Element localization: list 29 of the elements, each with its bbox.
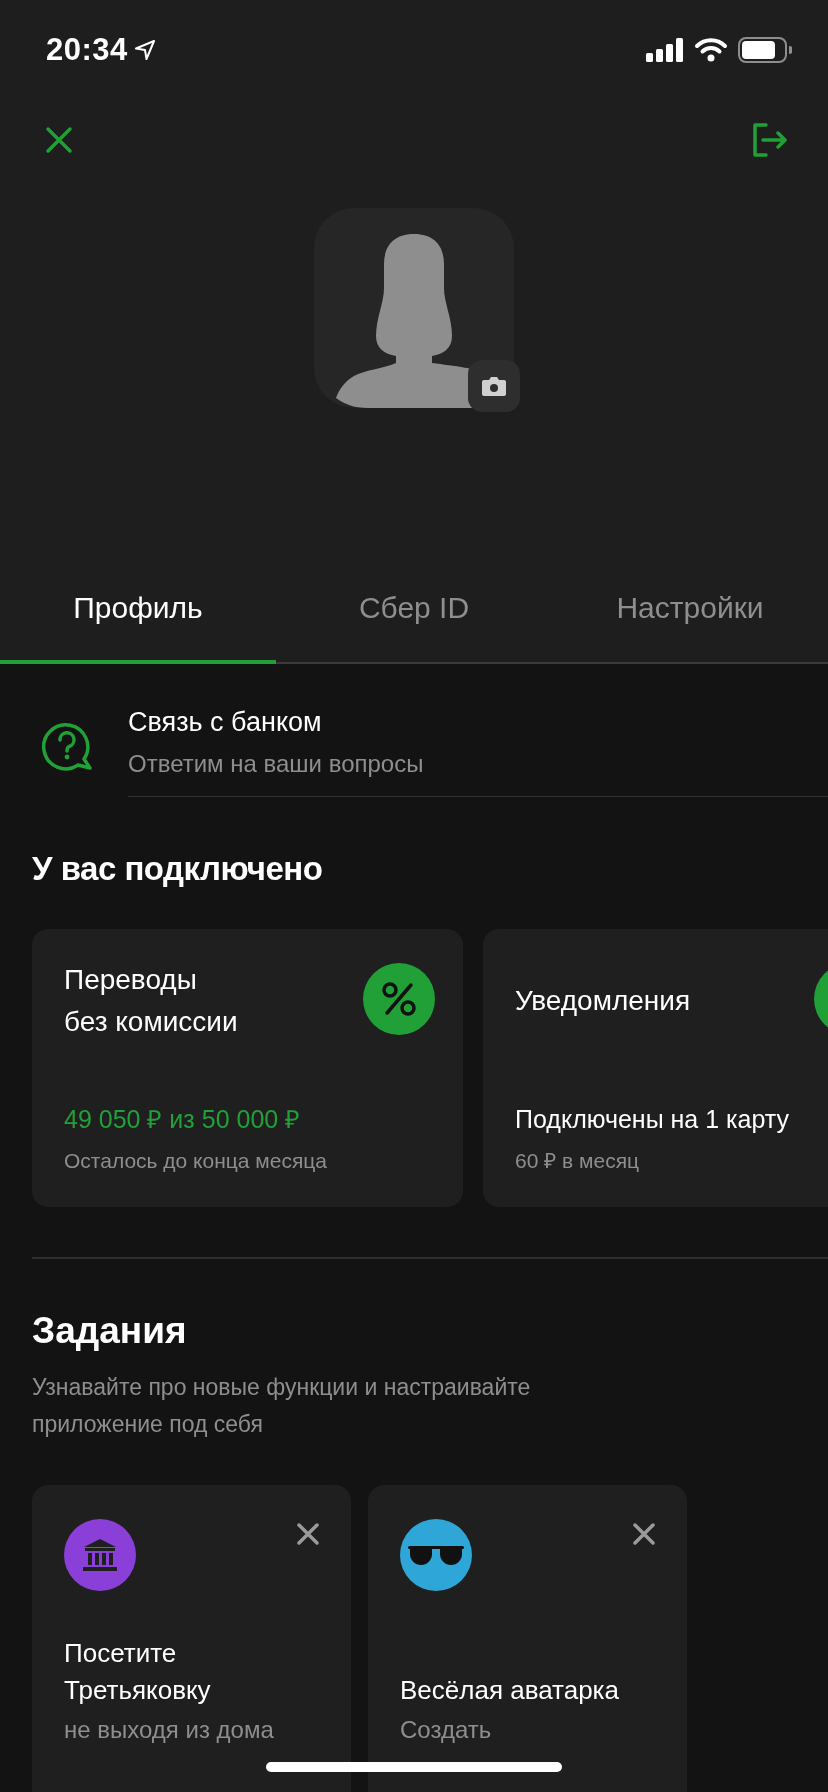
task-title: Весёлая аватарка [400, 1673, 620, 1707]
signal-icon [646, 38, 684, 62]
tab[interactable]: Сбер ID [276, 561, 552, 664]
task-card[interactable]: Весёлая аватарка Создать [368, 1484, 687, 1792]
section-subtitle: Узнавайте про новые функции и настраивайте приложение под себя [31, 1372, 532, 1439]
task-card[interactable]: Посетите Третьяковку не выходя из дома [32, 1484, 351, 1792]
card-caption: Осталось до конца месяца [64, 1148, 329, 1174]
task-subtitle: не выходя из дома [64, 1714, 275, 1745]
card-caption: 60 ₽ в месяц [515, 1148, 641, 1174]
wifi-icon [694, 37, 728, 63]
card-title: Переводы без комиссии [64, 963, 238, 1039]
section-title: У вас подключено [31, 849, 324, 889]
tab[interactable]: Профиль [0, 561, 276, 664]
card-title: Уведомления [515, 984, 691, 1018]
location-arrow-icon [133, 39, 156, 61]
support-subtitle: Ответим на ваши вопросы [128, 749, 425, 779]
task-subtitle: Создать [400, 1714, 493, 1745]
status-time: 20:34 [46, 32, 128, 68]
camera-icon[interactable] [468, 360, 520, 412]
logout-icon[interactable] [750, 121, 788, 159]
tab[interactable]: Настройки [552, 561, 828, 664]
battery-icon [738, 37, 792, 63]
section-title: Задания [31, 1308, 188, 1353]
card-value: Подключены на 1 карту [515, 1104, 791, 1135]
task-title: Посетите Третьяковку [64, 1636, 212, 1707]
support-title[interactable]: Связь с банком [128, 702, 828, 742]
card-value: 49 050 ₽ из 50 000 ₽ [64, 1104, 302, 1135]
service-card[interactable]: Переводы без комиссии 49 050 ₽ из 50 000 ₽ Осталось до конца месяца [32, 929, 463, 1207]
service-card[interactable]: Уведомления Подключены на 1 карту 60 ₽ в месяц [483, 929, 828, 1207]
